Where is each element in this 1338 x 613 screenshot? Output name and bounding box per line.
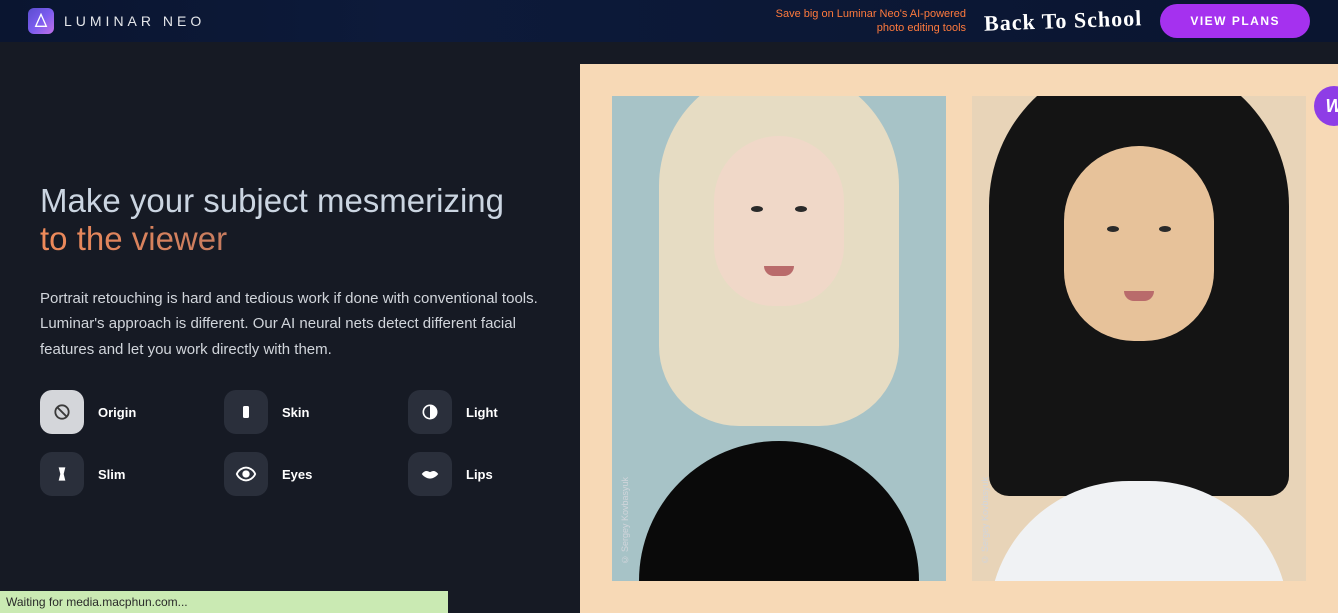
tool-light[interactable]: Light	[408, 390, 588, 434]
tool-grid: Origin Skin Light Slim	[40, 390, 540, 496]
tool-skin[interactable]: Skin	[224, 390, 404, 434]
tool-label: Slim	[98, 467, 125, 482]
tool-label: Skin	[282, 405, 309, 420]
tool-label: Origin	[98, 405, 136, 420]
slim-icon	[40, 452, 84, 496]
tool-label: Eyes	[282, 467, 312, 482]
brand-name: LUMINAR NEO	[64, 13, 205, 29]
headline-accent: to the viewer	[40, 220, 227, 257]
lips-icon	[408, 452, 452, 496]
status-text: Waiting for media.macphun.com...	[6, 595, 188, 609]
tool-slim[interactable]: Slim	[40, 452, 220, 496]
promo-text: Save big on Luminar Neo's AI-powered pho…	[776, 7, 966, 36]
brand-logo-icon	[28, 8, 54, 34]
hero-subtext: Portrait retouching is hard and tedious …	[40, 286, 540, 363]
view-plans-button[interactable]: VIEW PLANS	[1160, 4, 1310, 38]
skin-icon	[224, 390, 268, 434]
tool-lips[interactable]: Lips	[408, 452, 588, 496]
tool-eyes[interactable]: Eyes	[224, 452, 404, 496]
hero-section: Make your subject mesmerizing to the vie…	[0, 42, 580, 613]
tool-origin[interactable]: Origin	[40, 390, 220, 434]
tool-label: Lips	[466, 467, 493, 482]
promo-line2: photo editing tools	[877, 22, 966, 34]
eye-icon	[224, 452, 268, 496]
headline: Make your subject mesmerizing to the vie…	[40, 182, 540, 258]
banner-right: Save big on Luminar Neo's AI-powered pho…	[776, 4, 1310, 38]
promo-line1: Save big on Luminar Neo's AI-powered	[776, 8, 966, 20]
brand-link[interactable]: LUMINAR NEO	[28, 8, 205, 34]
tool-label: Light	[466, 405, 498, 420]
contrast-icon	[408, 390, 452, 434]
promo-banner: LUMINAR NEO Save big on Luminar Neo's AI…	[0, 0, 1338, 42]
main-content: Make your subject mesmerizing to the vie…	[0, 42, 1338, 613]
headline-part1: Make your subject mesmerizing	[40, 182, 504, 219]
image-credit: © Sergey Kovbasyuk	[620, 477, 630, 565]
browser-status-bar: Waiting for media.macphun.com...	[0, 591, 448, 613]
image-credit: © Sergey Kovbasyuk	[980, 477, 990, 565]
promo-script: Back To School	[984, 5, 1143, 37]
ban-icon	[40, 390, 84, 434]
widget-glyph: W	[1326, 96, 1338, 117]
portrait-after: © Sergey Kovbasyuk	[972, 96, 1306, 581]
gallery: © Sergey Kovbasyuk © Sergey Kovbasyuk	[580, 64, 1338, 613]
portrait-before: © Sergey Kovbasyuk	[612, 96, 946, 581]
